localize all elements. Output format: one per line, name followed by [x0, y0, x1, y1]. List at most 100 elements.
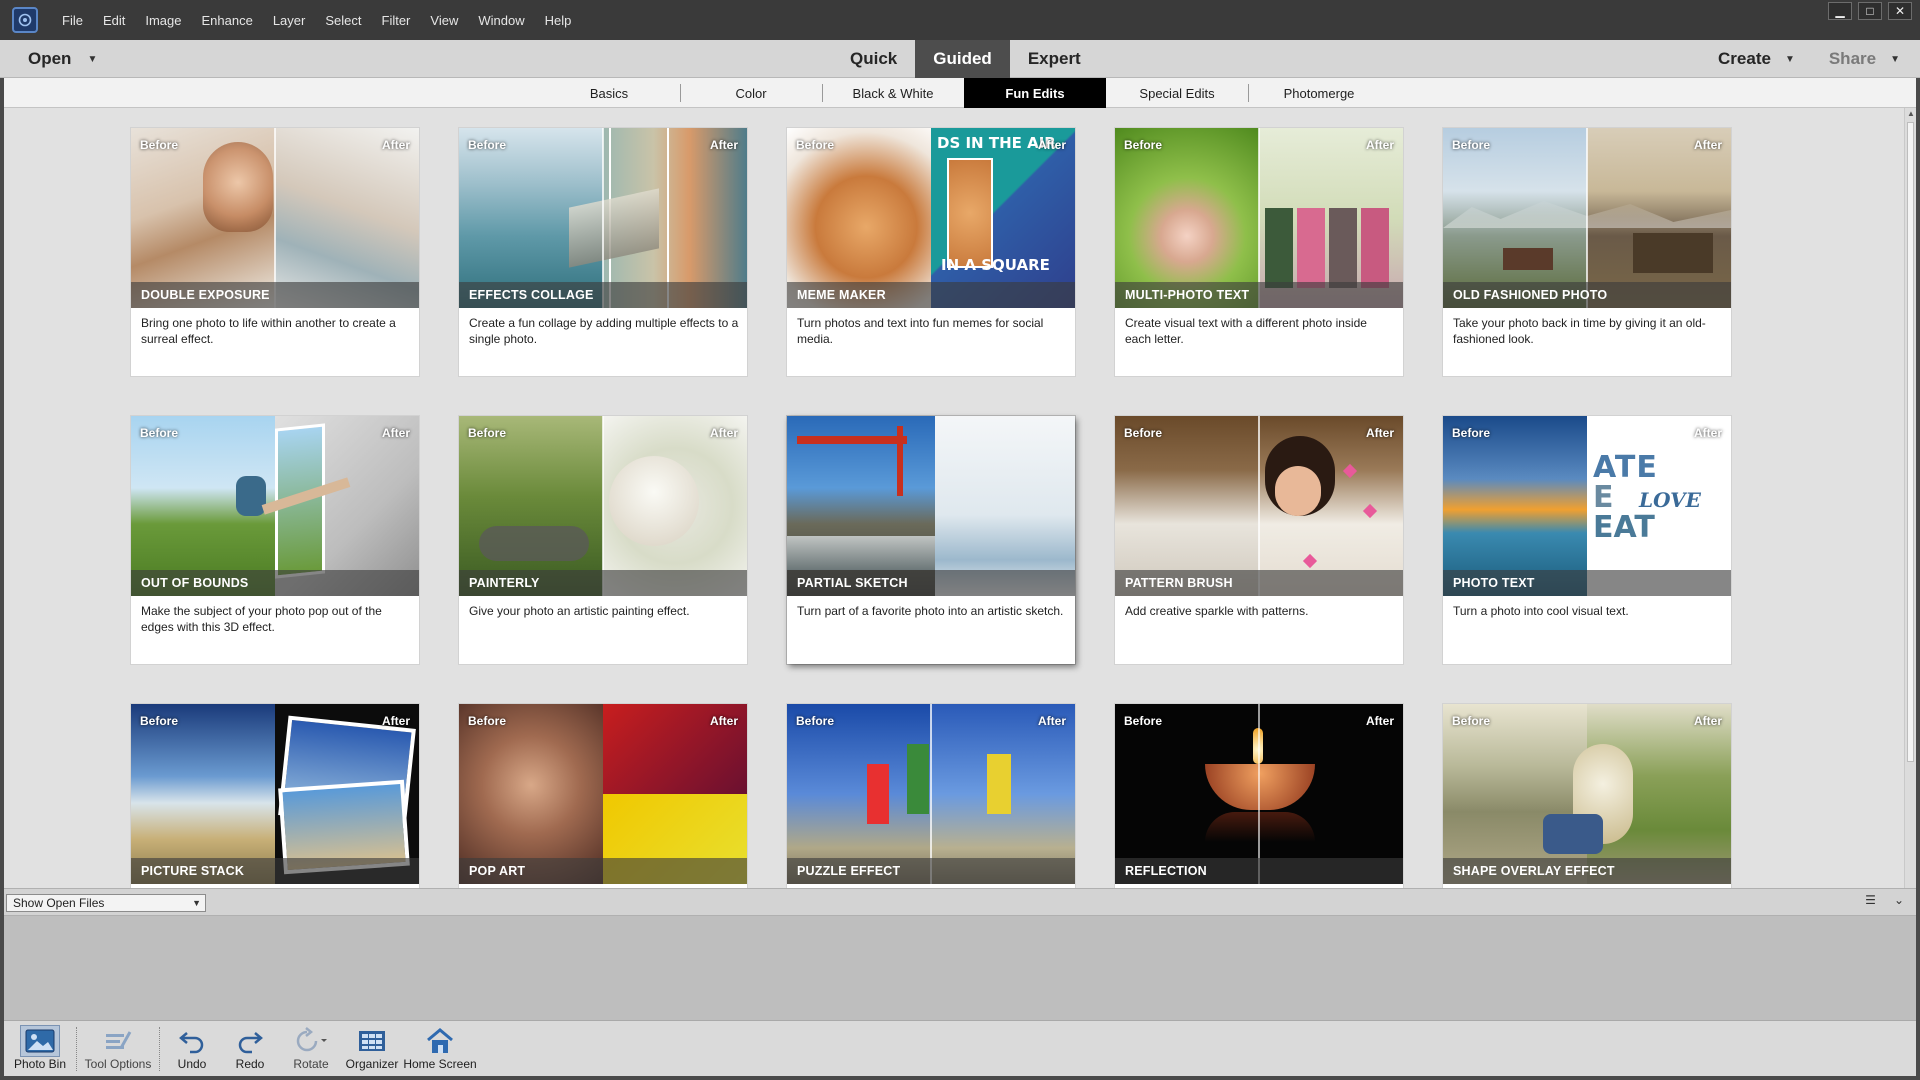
menu-enhance[interactable]: Enhance — [192, 0, 263, 40]
tool-options-label: Tool Options — [84, 1057, 152, 1071]
open-button[interactable]: Open ▼ — [28, 40, 97, 78]
card-thumbnail: Before After POP ART — [459, 704, 747, 884]
card-description: Add creative sparkle with patterns. — [1125, 604, 1309, 618]
guided-edits-grid: Before After DOUBLE EXPOSURE Bring one p… — [4, 108, 1904, 888]
card-thumbnail: Before After PAINTERLY — [459, 416, 747, 596]
card-meme-maker[interactable]: DS IN THE AIR IN A SQUARE Before After M… — [787, 128, 1075, 376]
menu-edit[interactable]: Edit — [93, 0, 135, 40]
tab-basics[interactable]: Basics — [538, 78, 680, 108]
before-tag: Before — [468, 714, 507, 728]
organizer-button[interactable]: Organizer — [342, 1021, 402, 1077]
tab-special-edits[interactable]: Special Edits — [1106, 78, 1248, 108]
tab-fun-edits[interactable]: Fun Edits — [964, 78, 1106, 108]
close-button[interactable]: ✕ — [1888, 2, 1912, 20]
menu-file[interactable]: File — [52, 0, 93, 40]
share-label: Share — [1828, 49, 1877, 68]
app-logo-icon — [12, 7, 38, 33]
chevron-down-icon: ▼ — [1890, 53, 1900, 65]
after-tag: After — [1037, 138, 1066, 152]
menu-window[interactable]: Window — [468, 0, 534, 40]
before-tag: Before — [1124, 426, 1163, 440]
card-title: PUZZLE EFFECT — [787, 858, 1075, 884]
maximize-button[interactable]: □ — [1858, 2, 1882, 20]
share-menu[interactable]: Share ▼ — [1829, 49, 1900, 69]
card-title: PHOTO TEXT — [1443, 570, 1731, 596]
content-scrollbar[interactable]: ▲ — [1904, 108, 1916, 888]
bottom-toolbar: Photo Bin Tool Options Undo Redo Rotate … — [4, 1020, 1916, 1076]
before-tag: Before — [1452, 138, 1491, 152]
undo-button[interactable]: Undo — [164, 1021, 220, 1077]
collapse-bin-icon[interactable]: ⌄ — [1894, 893, 1904, 907]
card-title: MEME MAKER — [787, 282, 1075, 308]
bin-options-icon[interactable]: ☰ — [1865, 893, 1876, 907]
card-out-of-bounds[interactable]: Before After OUT OF BOUNDS Make the subj… — [131, 416, 419, 664]
scroll-up-icon[interactable]: ▲ — [1905, 108, 1917, 120]
tab-color[interactable]: Color — [680, 78, 822, 108]
menu-select[interactable]: Select — [315, 0, 371, 40]
after-tag: After — [709, 138, 738, 152]
tab-guided[interactable]: Guided — [915, 40, 1010, 78]
scrollbar-thumb[interactable] — [1907, 122, 1914, 762]
after-tag: After — [1365, 714, 1394, 728]
card-old-fashioned-photo[interactable]: Before After OLD FASHIONED PHOTO Take yo… — [1443, 128, 1731, 376]
card-thumbnail: ATE E LOVE EAT Before After PHOTO TEXT — [1443, 416, 1731, 596]
tool-options-button[interactable]: Tool Options — [81, 1021, 155, 1077]
home-screen-button[interactable]: Home Screen — [402, 1021, 478, 1077]
card-double-exposure[interactable]: Before After DOUBLE EXPOSURE Bring one p… — [131, 128, 419, 376]
show-open-files-select[interactable]: Show Open Files ▼ — [6, 894, 206, 912]
card-reflection[interactable]: Before After REFLECTION — [1115, 704, 1403, 888]
card-pattern-brush[interactable]: Before After PATTERN BRUSH Add creative … — [1115, 416, 1403, 664]
after-tag: After — [1693, 714, 1722, 728]
rotate-button[interactable]: Rotate — [280, 1021, 342, 1077]
before-tag: Before — [1452, 714, 1491, 728]
card-thumbnail: Before After OLD FASHIONED PHOTO — [1443, 128, 1731, 308]
card-partial-sketch[interactable]: PARTIAL SKETCH Turn part of a favorite p… — [787, 416, 1075, 664]
open-label: Open — [28, 49, 72, 68]
tab-black-white[interactable]: Black & White — [822, 78, 964, 108]
tab-photomerge[interactable]: Photomerge — [1248, 78, 1390, 108]
card-multi-photo-text[interactable]: Before After MULTI-PHOTO TEXT Create vis… — [1115, 128, 1403, 376]
menu-layer[interactable]: Layer — [263, 0, 316, 40]
chevron-down-icon: ▼ — [87, 53, 98, 65]
right-menus: Create ▼ Share ▼ — [1718, 40, 1900, 78]
after-tag: After — [709, 714, 738, 728]
photo-bin-button[interactable]: Photo Bin — [8, 1021, 72, 1077]
card-thumbnail: Before After PICTURE STACK — [131, 704, 419, 884]
menu-help[interactable]: Help — [535, 0, 582, 40]
undo-icon — [178, 1025, 206, 1057]
card-puzzle-effect[interactable]: Before After PUZZLE EFFECT — [787, 704, 1075, 888]
card-photo-text[interactable]: ATE E LOVE EAT Before After PHOTO TEXT T… — [1443, 416, 1731, 664]
create-label: Create — [1718, 49, 1771, 68]
before-tag: Before — [140, 426, 179, 440]
minimize-button[interactable]: ▁ — [1828, 2, 1852, 20]
toolbar-separator — [159, 1027, 160, 1071]
card-shape-overlay-effect[interactable]: Before After SHAPE OVERLAY EFFECT — [1443, 704, 1731, 888]
card-title: SHAPE OVERLAY EFFECT — [1443, 858, 1731, 884]
tab-quick[interactable]: Quick — [832, 40, 915, 78]
card-picture-stack[interactable]: Before After PICTURE STACK — [131, 704, 419, 888]
chevron-down-icon: ▼ — [1784, 53, 1795, 65]
card-painterly[interactable]: Before After PAINTERLY Give your photo a… — [459, 416, 747, 664]
card-thumbnail: Before After PUZZLE EFFECT — [787, 704, 1075, 884]
card-thumbnail: Before After SHAPE OVERLAY EFFECT — [1443, 704, 1731, 884]
create-menu[interactable]: Create ▼ — [1718, 49, 1795, 69]
menu-view[interactable]: View — [420, 0, 468, 40]
card-description: Create visual text with a different phot… — [1125, 316, 1367, 346]
menu-filter[interactable]: Filter — [372, 0, 421, 40]
redo-icon — [236, 1025, 264, 1057]
toolbar-separator — [76, 1027, 77, 1071]
select-value: Show Open Files — [13, 896, 105, 910]
card-pop-art[interactable]: Before After POP ART — [459, 704, 747, 888]
bin-controls: ☰ ⌄ — [1865, 893, 1904, 907]
menu-image[interactable]: Image — [135, 0, 191, 40]
home-screen-label: Home Screen — [403, 1057, 477, 1071]
guided-category-tabs: Basics Color Black & White Fun Edits Spe… — [4, 78, 1916, 108]
tab-expert[interactable]: Expert — [1010, 40, 1099, 78]
card-effects-collage[interactable]: Before After EFFECTS COLLAGE Create a fu… — [459, 128, 747, 376]
card-title: OLD FASHIONED PHOTO — [1443, 282, 1731, 308]
redo-button[interactable]: Redo — [220, 1021, 280, 1077]
rotate-label: Rotate — [293, 1057, 329, 1071]
title-bar: File Edit Image Enhance Layer Select Fil… — [0, 0, 1920, 40]
card-description: Turn a photo into cool visual text. — [1453, 604, 1629, 618]
after-tag: After — [709, 426, 738, 440]
